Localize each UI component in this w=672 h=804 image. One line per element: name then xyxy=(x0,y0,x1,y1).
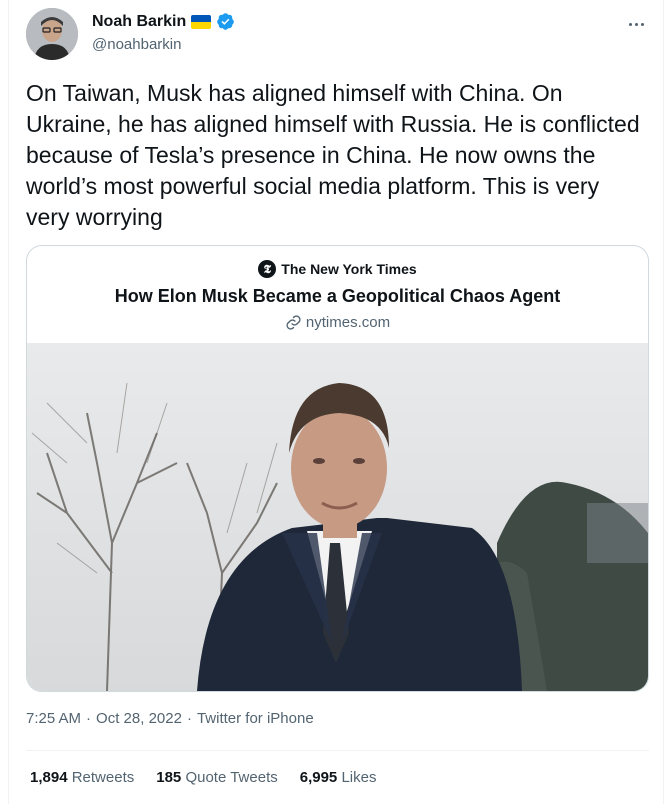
author-name[interactable]: Noah Barkin xyxy=(92,13,186,31)
tweet-stats: 1,894 Retweets 185 Quote Tweets 6,995 Li… xyxy=(30,769,376,786)
retweets-stat[interactable]: 1,894 Retweets xyxy=(30,769,134,786)
tweet-time[interactable]: 7:25 AM xyxy=(26,710,81,727)
retweets-label: Retweets xyxy=(71,769,135,786)
nyt-logo-icon: 𝕿 xyxy=(258,260,277,278)
card-image xyxy=(27,343,648,691)
quote-tweets-count: 185 xyxy=(156,769,182,786)
link-icon xyxy=(286,315,301,330)
tweet-text: On Taiwan, Musk has aligned himself with… xyxy=(26,80,640,230)
card-source: 𝕿 The New York Times xyxy=(27,260,648,278)
ukraine-flag-icon xyxy=(191,14,212,29)
divider xyxy=(26,750,649,751)
tweet-meta: 7:25 AM · Oct 28, 2022 · Twitter for iPh… xyxy=(26,710,314,727)
author-name-row[interactable]: Noah Barkin xyxy=(92,12,235,31)
quote-tweets-label: Quote Tweets xyxy=(185,769,278,786)
quote-tweets-stat[interactable]: 185 Quote Tweets xyxy=(156,769,277,786)
avatar[interactable] xyxy=(26,8,78,60)
link-card[interactable]: 𝕿 The New York Times How Elon Musk Becam… xyxy=(26,245,649,692)
verified-badge-icon xyxy=(217,13,235,30)
meta-separator: · xyxy=(86,710,92,727)
card-title[interactable]: How Elon Musk Became a Geopolitical Chao… xyxy=(27,286,648,307)
card-source-name: The New York Times xyxy=(281,261,417,277)
card-domain-row: nytimes.com xyxy=(27,314,648,331)
likes-count: 6,995 xyxy=(299,769,338,786)
likes-label: Likes xyxy=(341,769,377,786)
more-options-icon[interactable] xyxy=(619,12,653,36)
tweet-date[interactable]: Oct 28, 2022 xyxy=(96,710,182,727)
card-header: 𝕿 The New York Times How Elon Musk Becam… xyxy=(27,246,648,343)
card-domain: nytimes.com xyxy=(305,314,391,331)
likes-stat[interactable]: 6,995 Likes xyxy=(300,769,377,786)
author-handle[interactable]: @noahbarkin xyxy=(92,36,181,53)
tweet-client[interactable]: Twitter for iPhone xyxy=(197,710,314,727)
retweets-count: 1,894 xyxy=(30,769,68,786)
tweet: Noah Barkin @noahbarkin On Taiwan, Musk … xyxy=(8,0,664,804)
meta-separator: · xyxy=(186,710,192,727)
